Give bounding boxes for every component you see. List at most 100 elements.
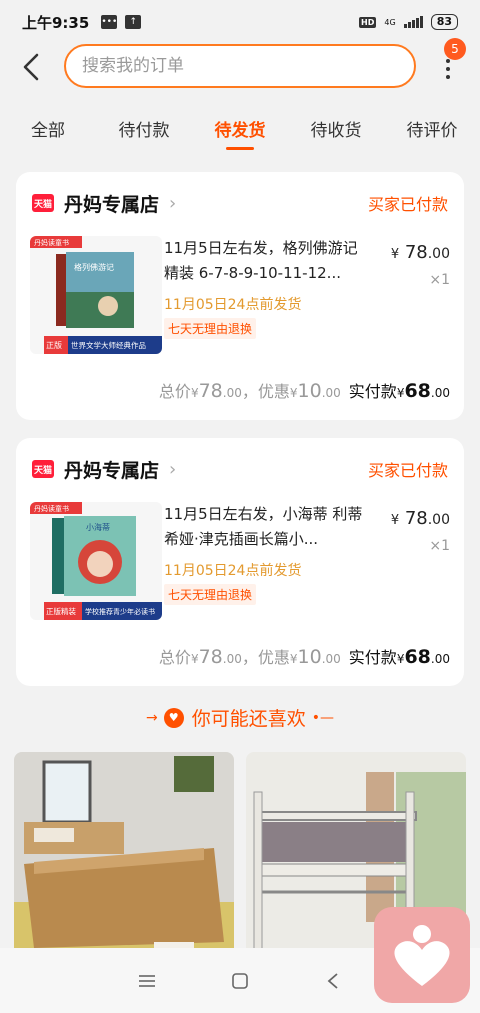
ship-deadline: 11月05日24点前发货 [164,297,302,313]
currency-symbol: ¥ [396,386,405,400]
status-time: 上午9:35 [22,13,90,32]
product-title[interactable]: 11月5日左右发，格列佛游记 精装 6-7-8-9-10-11-12... [164,236,370,286]
status-notification-icons: ••• ↑ [101,15,142,29]
tab-label: 全部 [31,121,65,141]
more-dots-icon [446,59,450,63]
price-decimal: .00 [430,386,450,400]
quantity: ×1 [429,538,450,554]
tab-label: 待评价 [406,121,458,141]
total-label: 总价 [158,382,191,401]
price-decimal: .00 [427,246,450,262]
status-bar: 上午9:35 ••• ↑ HD 4G 83 [0,0,480,44]
recommend-heading: → ♥ 你可能还喜欢 •— [0,704,480,731]
menu-button[interactable] [132,966,162,996]
search-header: 5 [0,38,480,94]
shop-name: 丹妈专属店 [64,459,160,482]
product-thumbnail[interactable]: 丹妈读童书 格列佛游记 正版 世界文学大师经典作品 [30,236,162,354]
discount-label: ，优惠 [241,648,290,667]
order-status: 买家已付款 [367,461,448,480]
recommend-item-bed[interactable] [14,752,234,972]
shop-name: 丹妈专属店 [64,193,160,216]
currency-symbol: ¥ [390,513,400,528]
currency-symbol: ¥ [190,386,199,400]
tab-pending-review[interactable]: 待评价 [384,104,480,152]
back-triangle-icon [327,972,338,989]
tab-label: 待付款 [118,121,170,141]
currency-symbol: ¥ [289,386,298,400]
recommend-title: 你可能还喜欢 [191,708,306,730]
price-int: 78 [404,242,428,263]
active-tab-indicator [226,147,254,150]
cover-bottom-a: 正版精装 [46,606,76,616]
unit-price: ¥ 78.00 [391,508,450,529]
tab-label: 待收货 [310,121,362,141]
book-cover-image: 丹妈读童书 小海蒂 正版精装 学校推荐青少年必读书 [30,502,162,620]
order-tabs: 全部 待付款 待发货 待收货 待评价 [0,104,480,152]
home-square-icon [232,972,248,989]
total-value: 78 [198,380,223,402]
paid-value: 68 [404,380,431,402]
tmall-icon: 天猫 [32,460,54,478]
tab-pending-payment[interactable]: 待付款 [96,104,192,152]
heart-icon: ♥ [163,707,184,728]
home-button[interactable] [225,966,255,996]
menu-icon [138,974,155,987]
back-button[interactable] [18,52,44,82]
search-box[interactable] [64,44,416,88]
discount-value: 10 [297,380,322,402]
return-policy-tag: 七天无理由退换 [164,584,257,605]
paid-value: 68 [404,646,431,668]
currency-symbol: ¥ [289,652,298,666]
order-card[interactable]: 天猫 丹妈专属店 › 买家已付款 丹妈读童书 小海蒂 正版精装 学校推荐青少年必… [16,438,464,686]
currency-symbol: ¥ [190,652,199,666]
tmall-icon: 天猫 [32,194,54,212]
chevron-right-icon: › [169,192,177,214]
unit-price: ¥ 78.00 [391,242,450,263]
status-right: HD 4G 83 [359,14,458,30]
shop-row[interactable]: 天猫 丹妈专属店 › 买家已付款 [32,454,448,484]
total-summary: 总价 ¥ 78.00 ，优惠 ¥ 10.00 实付款 ¥ 68.00 [159,378,450,402]
battery-icon: 83 [430,14,458,30]
currency-symbol: ¥ [390,247,400,262]
quantity: ×1 [429,272,450,288]
price-decimal: .00 [321,652,341,666]
cover-label: 丹妈读童书 [34,238,69,247]
cover-label: 丹妈读童书 [34,504,69,513]
back-arrow-icon [23,53,39,81]
floating-heart-button[interactable] [374,907,470,1003]
tab-pending-shipment[interactable]: 待发货 [192,104,288,152]
upload-icon: ↑ [125,15,142,29]
shop-row[interactable]: 天猫 丹妈专属店 › 买家已付款 [32,188,448,218]
system-back-button[interactable] [318,966,348,996]
search-input[interactable] [82,56,414,76]
discount-value: 10 [297,646,322,668]
chevron-right-icon: › [169,458,177,480]
price-decimal: .00 [321,386,341,400]
cover-bottom-b: 世界文学大师经典作品 [71,340,146,350]
network-type: 4G [384,17,396,27]
total-summary: 总价 ¥ 78.00 ，优惠 ¥ 10.00 实付款 ¥ 68.00 [159,644,450,668]
hd-icon: HD [359,16,377,28]
heart-person-icon [394,925,450,986]
tab-label: 待发货 [214,121,266,141]
heading-deco-left: → [145,709,158,726]
price-int: 78 [404,508,428,529]
heading-deco-right: •— [311,709,334,726]
wooden-bed-image [14,752,234,972]
book-cover-image: 丹妈读童书 格列佛游记 正版 世界文学大师经典作品 [30,236,162,354]
order-status: 买家已付款 [367,195,448,214]
return-policy-tag: 七天无理由退换 [164,318,257,339]
total-label: 总价 [158,648,191,667]
tab-pending-receipt[interactable]: 待收货 [288,104,384,152]
tab-all[interactable]: 全部 [0,104,96,152]
currency-symbol: ¥ [396,652,405,666]
paid-label: 实付款 [348,648,397,667]
cover-bottom-a: 正版 [46,340,62,350]
product-thumbnail[interactable]: 丹妈读童书 小海蒂 正版精装 学校推荐青少年必读书 [30,502,162,620]
product-title[interactable]: 11月5日左右发，小海蒂 利蒂希娅·津克插画长篇小... [164,502,370,552]
order-card[interactable]: 天猫 丹妈专属店 › 买家已付款 丹妈读童书 格列佛游记 正版 世界文学大师经典… [16,172,464,420]
price-decimal: .00 [427,512,450,528]
message-icon: ••• [101,15,118,29]
notification-badge: 5 [444,38,466,60]
ship-deadline: 11月05日24点前发货 [164,563,302,579]
